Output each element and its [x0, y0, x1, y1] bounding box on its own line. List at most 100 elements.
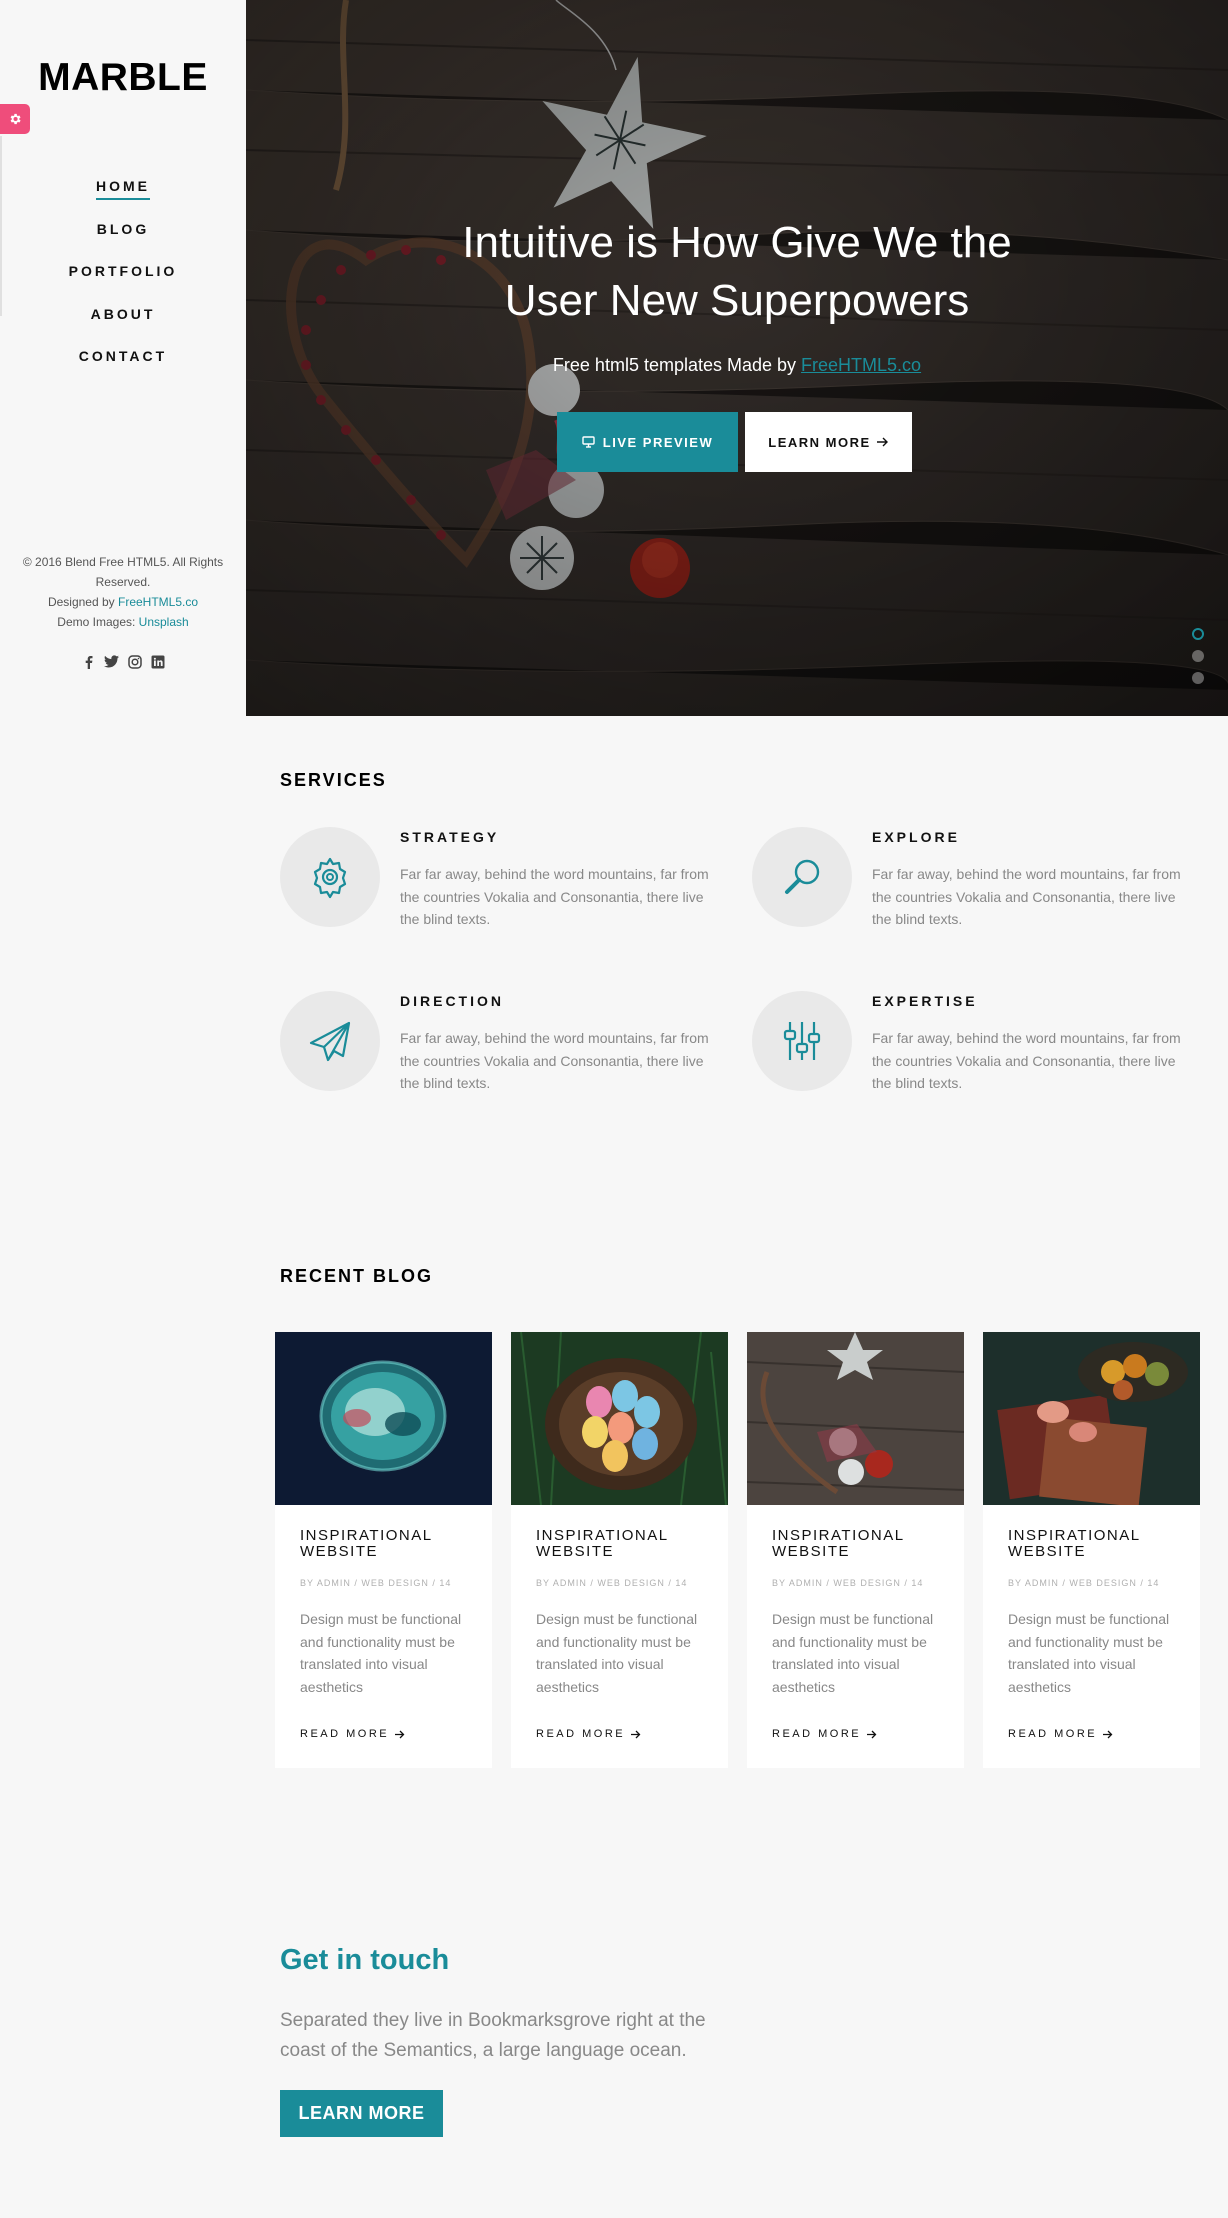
style-switcher-button[interactable]: [0, 104, 30, 134]
service-icon-wrap: [280, 827, 380, 927]
services-title: SERVICES: [280, 770, 387, 790]
service-icon-wrap: [752, 991, 852, 1091]
nav-link-blog[interactable]: BLOG: [97, 221, 149, 241]
service-strategy: STRATEGY Far far away, behind the word m…: [280, 827, 720, 937]
linkedin-icon[interactable]: [150, 654, 165, 669]
social-links: [0, 654, 246, 669]
blog-card-image[interactable]: [983, 1332, 1200, 1505]
search-icon: [785, 859, 820, 894]
read-more-label: READ MORE: [300, 1728, 390, 1740]
switcher-edge: [0, 136, 2, 316]
contact-text: Separated they live in Bookmarksgrove ri…: [280, 2010, 706, 2061]
contact-learn-more-button[interactable]: LEARN MORE: [280, 2090, 443, 2137]
gear-icon: [313, 857, 347, 899]
blog-card-title[interactable]: INSPIRATIONAL WEBSITE: [536, 1528, 716, 1560]
service-icon-wrap: [280, 991, 380, 1091]
hero-title: Intuitive is How Give We the User New Su…: [246, 214, 1228, 330]
nav-link-about[interactable]: ABOUT: [91, 306, 156, 326]
hero-subtitle: Free html5 templates Made by FreeHTML5.c…: [246, 355, 1228, 376]
service-icon-wrap: [752, 827, 852, 927]
service-direction: DIRECTION Far far away, behind the word …: [280, 991, 720, 1101]
hero-subtitle-text: Free html5 templates Made by: [552, 355, 802, 375]
service-name: DIRECTION: [400, 993, 504, 1009]
recent-blog-title: RECENT BLOG: [280, 1266, 434, 1286]
blog-card-text: Design must be functional and functional…: [300, 1611, 462, 1695]
blog-card-title[interactable]: INSPIRATIONAL WEBSITE: [1008, 1528, 1188, 1560]
nav-item-blog: BLOG: [0, 221, 246, 264]
blog-card-text: Design must be functional and functional…: [772, 1611, 934, 1695]
service-desc: Far far away, behind the word mountains,…: [872, 866, 1181, 927]
read-more-link[interactable]: READ MORE: [300, 1728, 405, 1740]
blog-card[interactable]: INSPIRATIONAL WEBSITE BY ADMIN / WEB DES…: [511, 1332, 728, 1768]
demo-images-label: Demo Images:: [57, 615, 139, 629]
sidebar: MARBLE HOME BLOG PORTFOLIO ABOUT CONTACT…: [0, 0, 246, 716]
read-more-label: READ MORE: [772, 1728, 862, 1740]
unsplash-link[interactable]: Unsplash: [139, 615, 189, 629]
slider-dot-2[interactable]: [1192, 650, 1204, 662]
hero-subtitle-link[interactable]: FreeHTML5.co: [801, 355, 921, 375]
slider-dot-3[interactable]: [1192, 672, 1204, 684]
blog-card-text: Design must be functional and functional…: [1008, 1611, 1170, 1695]
hero-title-line-2: User New Superpowers: [504, 276, 970, 325]
nav-link-contact[interactable]: CONTACT: [79, 348, 167, 368]
arrow-right-icon: [867, 1730, 877, 1738]
read-more-label: READ MORE: [536, 1728, 626, 1740]
arrow-right-icon: [876, 437, 888, 447]
demo-images: Demo Images: Unsplash: [18, 612, 228, 632]
designed-by-label: Designed by: [47, 595, 118, 609]
blog-card-title[interactable]: INSPIRATIONAL WEBSITE: [300, 1528, 480, 1560]
read-more-link[interactable]: READ MORE: [1008, 1728, 1113, 1740]
nav-item-about: ABOUT: [0, 306, 246, 349]
facebook-icon[interactable]: [81, 654, 96, 669]
arrow-right-icon: [631, 1730, 641, 1738]
gear-icon: [10, 113, 21, 125]
blog-card-meta: BY ADMIN / WEB DESIGN / 14: [1008, 1578, 1160, 1588]
copyright-text: © 2016 Blend Free HTML5. All Rights Rese…: [22, 555, 224, 589]
blog-card-title[interactable]: INSPIRATIONAL WEBSITE: [772, 1528, 952, 1560]
read-more-label: READ MORE: [1008, 1728, 1098, 1740]
hero-title-line-1: Intuitive is How Give We the: [462, 218, 1012, 267]
main-nav: HOME BLOG PORTFOLIO ABOUT CONTACT: [0, 178, 246, 391]
service-name: STRATEGY: [400, 829, 500, 845]
blog-card-meta: BY ADMIN / WEB DESIGN / 14: [536, 1578, 688, 1588]
live-preview-label: LIVE PREVIEW: [602, 434, 714, 450]
service-name: EXPLORE: [872, 829, 960, 845]
twitter-icon[interactable]: [104, 654, 119, 669]
instagram-icon[interactable]: [127, 654, 142, 669]
read-more-link[interactable]: READ MORE: [772, 1728, 877, 1740]
site-logo[interactable]: MARBLE: [0, 56, 246, 100]
blog-card[interactable]: INSPIRATIONAL WEBSITE BY ADMIN / WEB DES…: [747, 1332, 964, 1768]
copyright: © 2016 Blend Free HTML5. All Rights Rese…: [18, 552, 228, 632]
read-more-link[interactable]: READ MORE: [536, 1728, 641, 1740]
designer-link[interactable]: FreeHTML5.co: [118, 595, 198, 609]
blog-card-text: Design must be functional and functional…: [536, 1611, 698, 1695]
nav-item-contact: CONTACT: [0, 348, 246, 391]
service-desc: Far far away, behind the word mountains,…: [400, 866, 709, 927]
monitor-icon: [582, 436, 595, 448]
designed-by: Designed by FreeHTML5.co: [18, 592, 228, 612]
service-explore: EXPLORE Far far away, behind the word mo…: [752, 827, 1192, 937]
nav-link-home[interactable]: HOME: [96, 178, 150, 200]
arrow-right-icon: [1103, 1730, 1113, 1738]
service-desc: Far far away, behind the word mountains,…: [400, 1030, 709, 1091]
blog-card[interactable]: INSPIRATIONAL WEBSITE BY ADMIN / WEB DES…: [275, 1332, 492, 1768]
blog-card-image[interactable]: [275, 1332, 492, 1505]
service-name: EXPERTISE: [872, 993, 978, 1009]
sliders-icon: [783, 1022, 821, 1060]
slider-dots: [1192, 628, 1204, 694]
live-preview-button[interactable]: LIVE PREVIEW: [557, 412, 738, 472]
nav-item-home: HOME: [0, 178, 246, 221]
nav-link-portfolio[interactable]: PORTFOLIO: [69, 263, 178, 283]
nav-item-portfolio: PORTFOLIO: [0, 263, 246, 306]
arrow-right-icon: [395, 1730, 405, 1738]
blog-card-image[interactable]: [511, 1332, 728, 1505]
learn-more-button[interactable]: LEARN MORE: [745, 412, 912, 472]
blog-card-meta: BY ADMIN / WEB DESIGN / 14: [300, 1578, 452, 1588]
blog-card[interactable]: INSPIRATIONAL WEBSITE BY ADMIN / WEB DES…: [983, 1332, 1200, 1768]
learn-more-label: LEARN MORE: [768, 434, 871, 450]
blog-card-image[interactable]: [747, 1332, 964, 1505]
paper-plane-icon: [309, 1021, 351, 1062]
slider-dot-1[interactable]: [1192, 628, 1204, 640]
contact-title: Get in touch: [280, 1944, 450, 1976]
service-expertise: EXPERTISE Far far away, behind the word …: [752, 991, 1192, 1101]
